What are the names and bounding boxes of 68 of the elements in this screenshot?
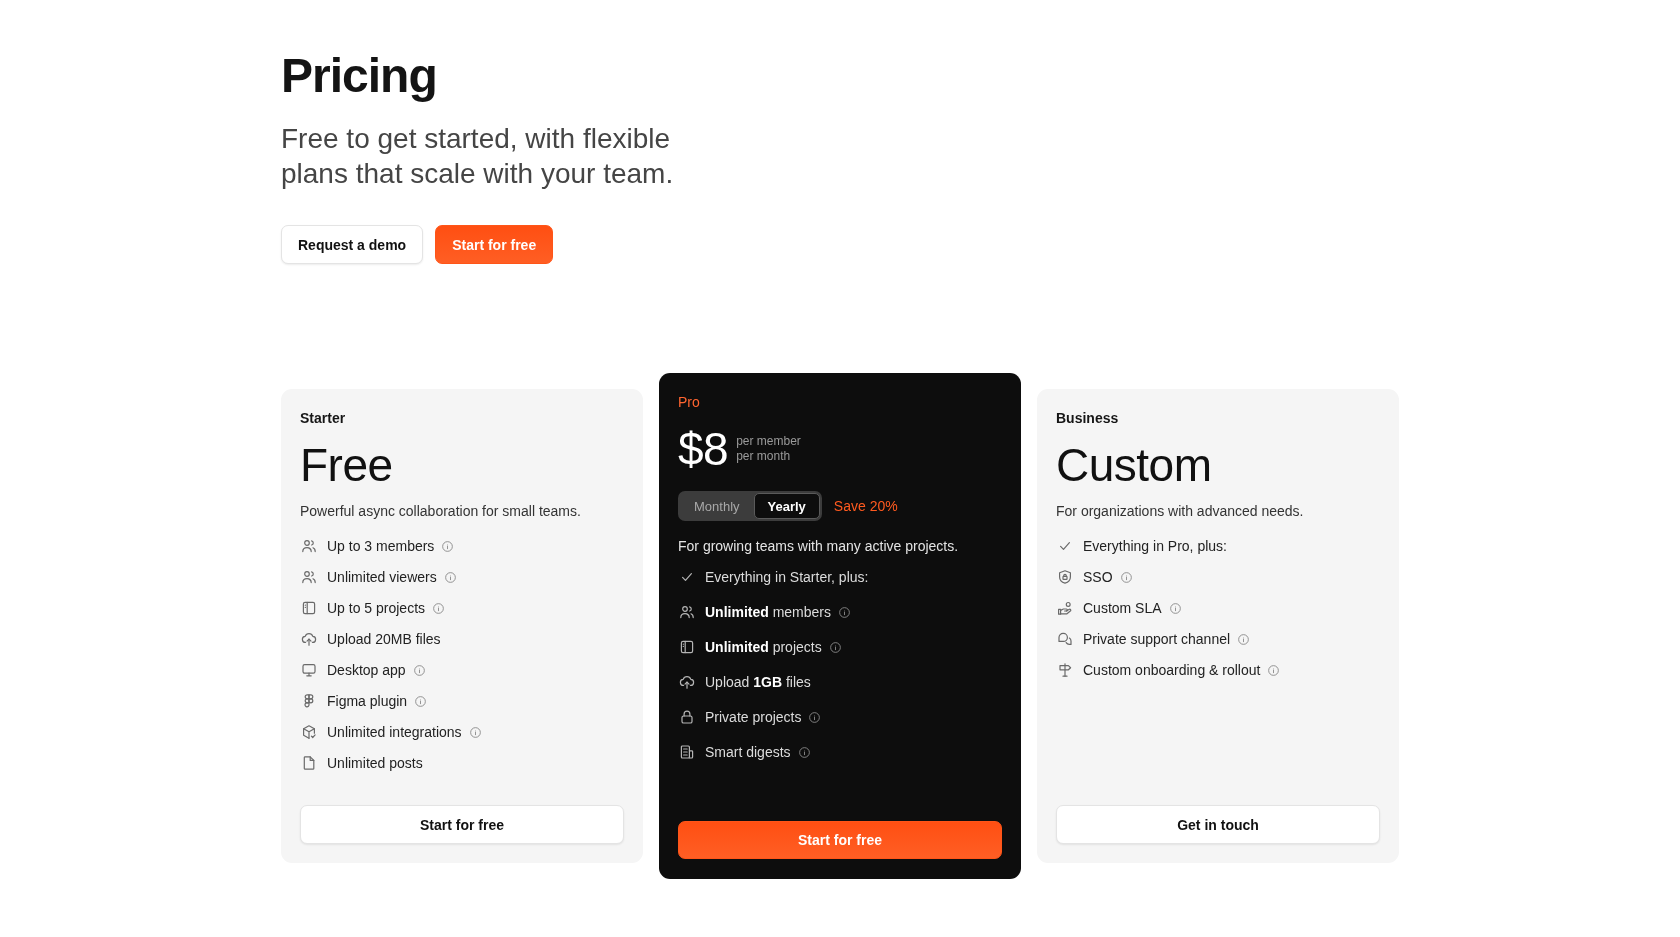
page-title: Pricing	[281, 48, 438, 104]
feature-text: Custom onboarding & rollout	[1083, 661, 1261, 680]
plan-name: Starter	[300, 409, 347, 427]
feature-text: Private projects	[705, 708, 802, 727]
panel-icon	[301, 600, 317, 616]
feature-text: Unlimited integrations	[327, 723, 462, 742]
info-icon[interactable]	[415, 695, 427, 707]
cube-icon	[301, 724, 317, 740]
price-unit: per month	[736, 449, 792, 464]
feature-text: Up to 3 members	[327, 537, 435, 556]
users-icon	[301, 569, 317, 585]
billing-option[interactable]: Monthly	[680, 493, 754, 519]
info-icon[interactable]	[798, 746, 810, 758]
feature-text: Everything in Starter, plus:	[705, 568, 869, 587]
feature-text: SSO	[1083, 568, 1113, 587]
feature-text: Unlimited projects	[705, 638, 822, 657]
plan-button[interactable]: Get in touch	[1056, 805, 1380, 844]
feature-text: Smart digests	[705, 743, 791, 762]
cloud-upload-icon	[679, 674, 695, 690]
savings-text: Save 20%	[833, 498, 898, 514]
shield-icon	[1057, 569, 1073, 585]
newspaper-icon	[679, 744, 695, 760]
plan-description: Powerful async collaboration for small teams.	[300, 502, 582, 521]
feature-text: Upload 1GB files	[705, 673, 811, 692]
plan-button[interactable]: Start for free	[300, 805, 624, 844]
page-subtitle: Free to get started, with flexible plans that scale with your team.	[281, 122, 675, 191]
feature-text: Figma plugin	[327, 692, 408, 711]
hand-icon	[1057, 600, 1073, 616]
plan-price: Free	[300, 438, 393, 493]
price-unit: per member	[736, 434, 801, 449]
info-icon[interactable]	[839, 606, 850, 618]
info-icon[interactable]	[413, 664, 425, 676]
feature-text: Private support channel	[1083, 630, 1231, 649]
feature-text: Custom SLA	[1083, 599, 1162, 618]
info-icon[interactable]	[444, 571, 456, 583]
chat-icon	[1057, 631, 1073, 647]
billing-option[interactable]: Yearly	[753, 493, 820, 519]
info-icon[interactable]	[1268, 664, 1280, 676]
cloud-upload-icon	[301, 631, 317, 647]
info-icon[interactable]	[1169, 602, 1181, 614]
info-icon[interactable]	[1120, 571, 1132, 583]
lock-icon	[679, 709, 695, 725]
plan-price: $8	[678, 425, 729, 473]
feature-text: Up to 5 projects	[327, 599, 426, 618]
plan-description: For growing teams with many active projects.	[678, 537, 960, 556]
info-icon[interactable]	[829, 641, 841, 653]
document-icon	[301, 755, 317, 771]
users-icon	[679, 604, 695, 620]
info-icon[interactable]	[1238, 633, 1250, 645]
plan-name: Pro	[678, 393, 701, 411]
info-icon[interactable]	[469, 726, 481, 738]
users-icon	[301, 538, 317, 554]
monitor-icon	[301, 662, 317, 678]
feature-text: Upload 20MB files	[327, 630, 441, 649]
feature-text: Unlimited viewers	[327, 568, 437, 587]
plan-price: Custom	[1056, 438, 1212, 493]
plan-description: For organizations with advanced needs.	[1056, 502, 1305, 521]
info-icon[interactable]	[433, 602, 445, 614]
feature-text: Unlimited members	[705, 603, 831, 622]
action-button[interactable]: Request a demo	[281, 225, 424, 264]
info-icon[interactable]	[442, 540, 454, 552]
feature-text: Desktop app	[327, 661, 406, 680]
feature-text: Everything in Pro, plus:	[1083, 537, 1227, 556]
signpost-icon	[1057, 662, 1073, 678]
panel-icon	[679, 639, 695, 655]
info-icon[interactable]	[809, 711, 821, 723]
plan-name: Business	[1056, 409, 1120, 427]
feature-text: Unlimited posts	[327, 754, 423, 773]
